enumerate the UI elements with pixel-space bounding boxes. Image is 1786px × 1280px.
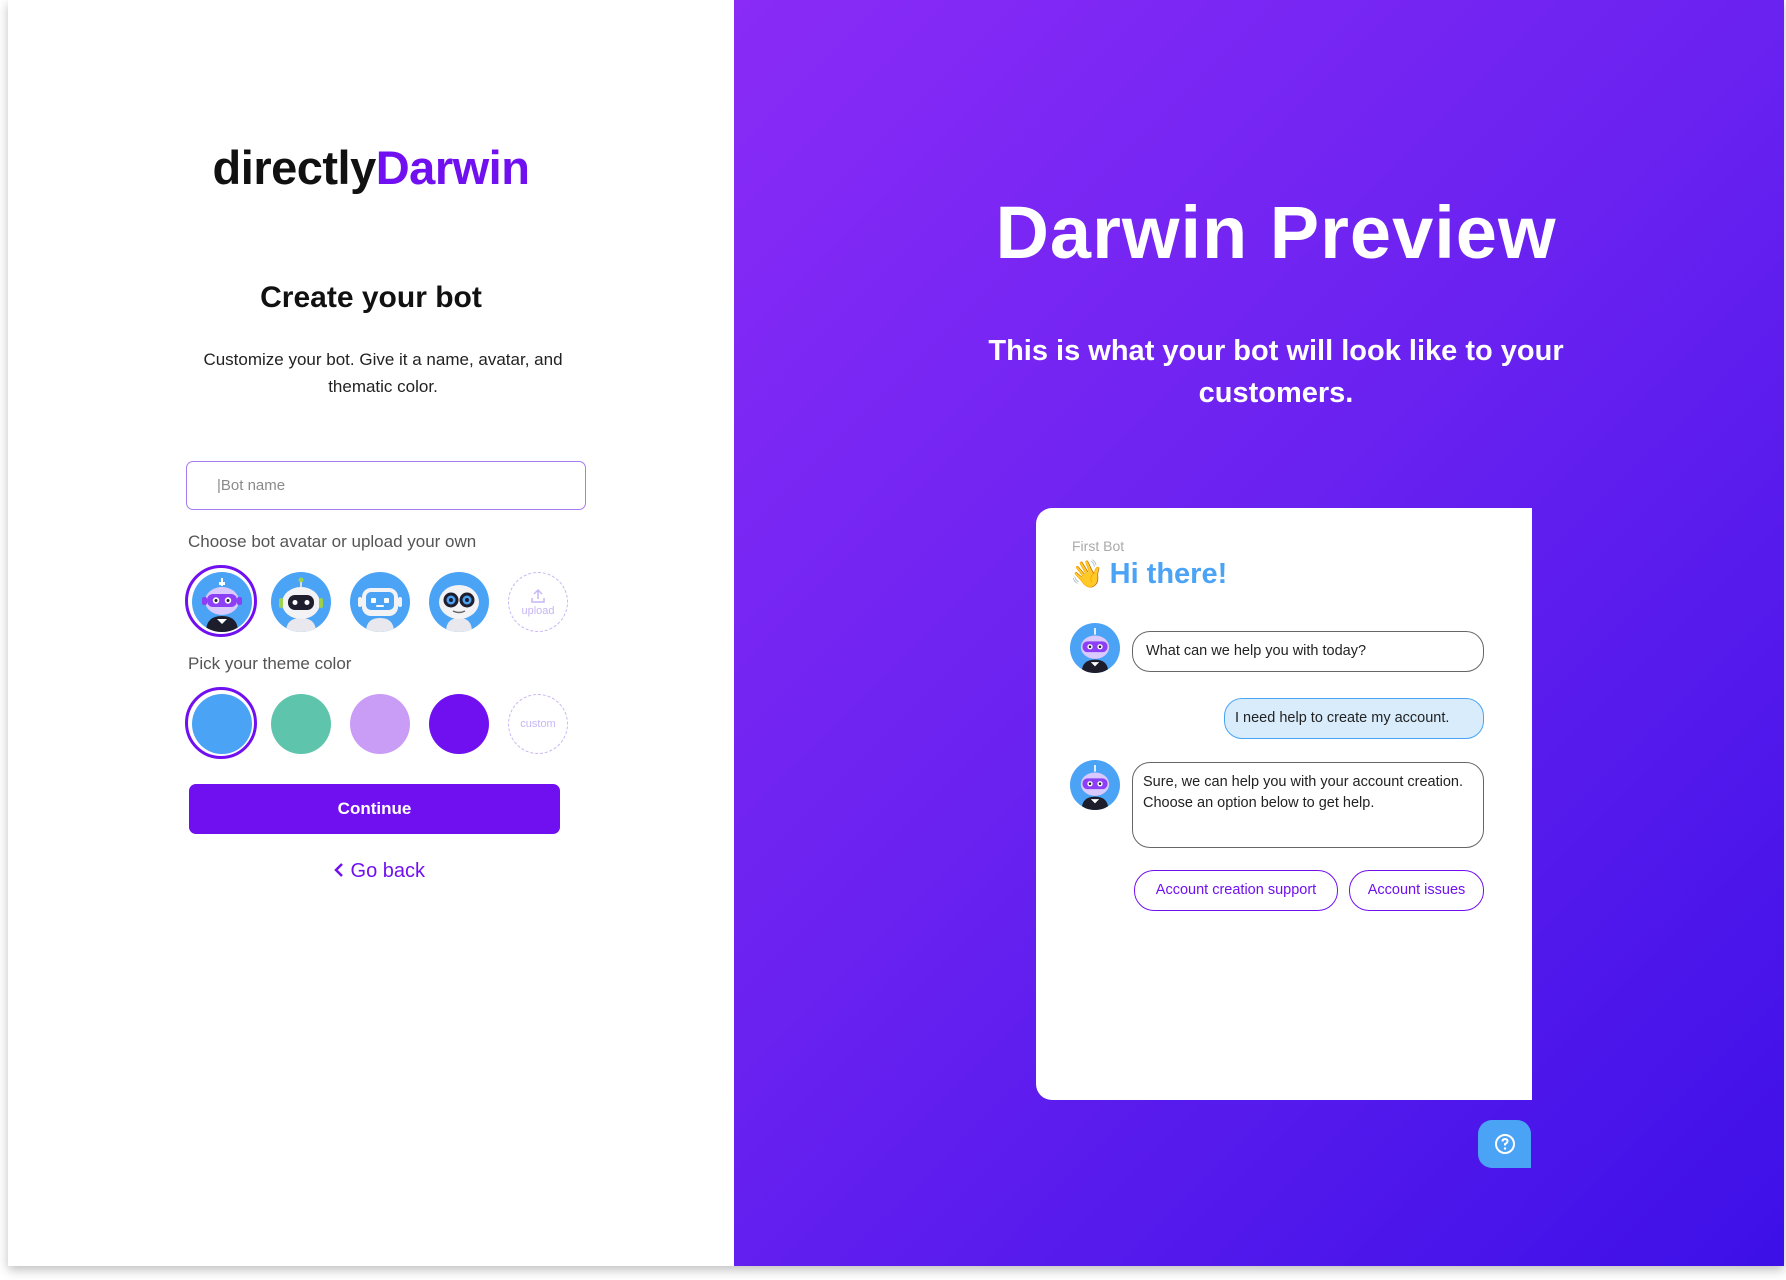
page-title: Create your bot: [260, 281, 482, 314]
chevron-left-icon: [334, 863, 343, 877]
avatar-section-label: Choose bot avatar or upload your own: [188, 532, 477, 551]
preview-panel: Darwin Preview This is what your bot wil…: [734, 0, 1784, 1266]
color-option-purple[interactable]: [425, 688, 504, 760]
bot-avatar: [1070, 760, 1120, 810]
avatar-option-white-round-bot[interactable]: [267, 566, 346, 638]
bot-name-input[interactable]: [186, 461, 586, 510]
color-picker: custom: [185, 687, 583, 760]
preview-title: Darwin Preview: [995, 191, 1557, 274]
custom-label: custom: [520, 718, 556, 730]
chat-widget-preview: First Bot 👋 Hi there! What can we help y…: [1036, 508, 1532, 1100]
preview-subtitle: This is what your bot will look like to …: [988, 335, 1564, 409]
help-button[interactable]: [1478, 1120, 1531, 1168]
color-option-blue[interactable]: [185, 687, 267, 760]
chat-greeting-text: Hi there!: [1109, 558, 1228, 590]
upload-label: upload: [521, 605, 555, 617]
avatar-option-goggle-eyes-bot[interactable]: [425, 566, 504, 638]
avatar-option-blue-screen-bot[interactable]: [346, 566, 425, 638]
purple-visor-bot-icon: [192, 572, 252, 632]
question-circle-icon: [1494, 1134, 1515, 1154]
color-swatch: [192, 694, 252, 754]
page-subtitle: Customize your bot. Give it a name, avat…: [203, 350, 563, 396]
brand-logo-part1: directly: [212, 141, 377, 194]
avatar-option-purple-visor-bot[interactable]: [185, 565, 267, 638]
brand-logo: directlyDarwin: [8, 140, 734, 195]
app-window: directlyDarwin Create your bot Customize…: [8, 0, 1784, 1266]
bot-message-bubble: Sure, we can help you with your account …: [1132, 762, 1484, 848]
continue-button[interactable]: Continue: [189, 784, 560, 834]
custom-color-button[interactable]: custom: [504, 688, 583, 760]
color-option-teal[interactable]: [267, 688, 346, 760]
bot-message-bubble: What can we help you with today?: [1132, 631, 1484, 672]
bot-setup-panel: directlyDarwin Create your bot Customize…: [8, 0, 734, 1266]
chat-bot-name: First Bot: [1072, 538, 1125, 554]
goggle-eyes-bot-icon: [429, 572, 489, 632]
custom-color-dropzone: custom: [508, 694, 568, 754]
go-back-link[interactable]: Go back: [8, 860, 750, 883]
bot-avatar: [1070, 623, 1120, 673]
go-back-label: Go back: [350, 860, 426, 882]
color-swatch: [271, 694, 331, 754]
option-account-creation-support[interactable]: Account creation support: [1134, 870, 1338, 911]
brand-logo-part2: Darwin: [375, 141, 530, 194]
avatar-picker: upload: [185, 565, 583, 638]
white-round-bot-icon: [271, 572, 331, 632]
user-message-bubble: I need help to create my account.: [1224, 698, 1484, 739]
chat-greeting: 👋 Hi there!: [1070, 558, 1227, 591]
color-swatch: [429, 694, 489, 754]
blue-screen-bot-icon: [350, 572, 410, 632]
option-account-issues[interactable]: Account issues: [1349, 870, 1484, 911]
upload-dropzone: upload: [508, 572, 568, 632]
avatar-upload-button[interactable]: upload: [504, 566, 583, 638]
color-swatch: [350, 694, 410, 754]
waving-hand-icon: 👋: [1070, 559, 1104, 589]
upload-icon: [531, 588, 545, 603]
color-option-lavender[interactable]: [346, 688, 425, 760]
color-section-label: Pick your theme color: [188, 654, 352, 673]
